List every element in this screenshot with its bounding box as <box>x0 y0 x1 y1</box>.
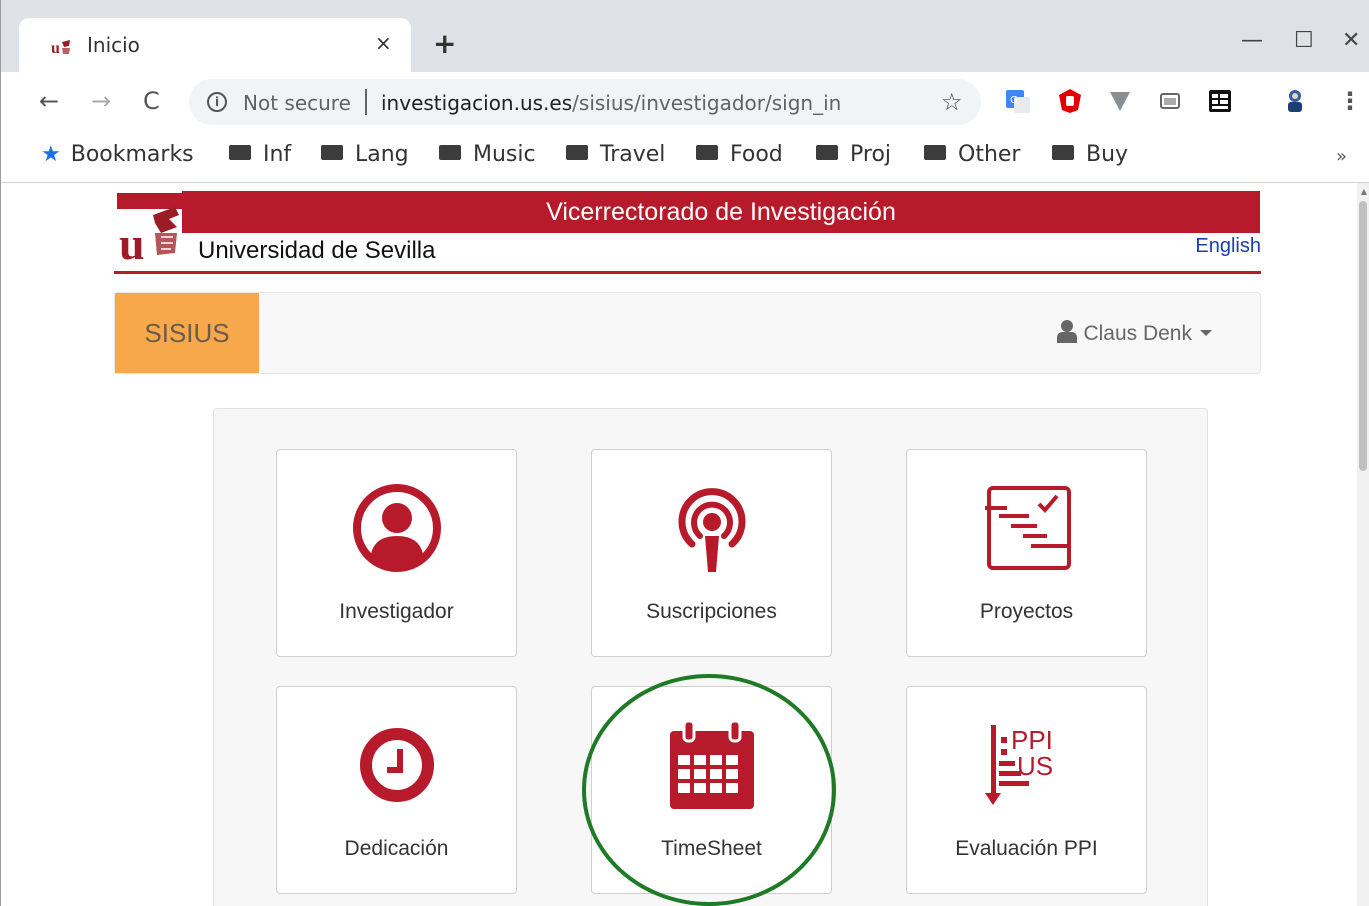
browser-toolbar: ← → C i Not secure investigacion.us.es/s… <box>1 72 1369 132</box>
scrollbar-thumb[interactable] <box>1359 201 1367 471</box>
info-icon[interactable]: i <box>207 92 227 112</box>
svg-text:u: u <box>119 218 145 265</box>
user-menu[interactable]: Claus Denk <box>1057 319 1212 346</box>
university-logo-icon: u <box>117 193 183 265</box>
menu-kebab-icon[interactable]: ⋮ <box>1338 86 1362 116</box>
bookmark-folder-music[interactable]: Music <box>439 142 536 167</box>
app-brand[interactable]: SISIUS <box>115 293 259 373</box>
bookmark-star-icon[interactable]: ☆ <box>941 88 963 116</box>
vimium-icon[interactable] <box>1107 88 1133 114</box>
svg-text:u: u <box>51 40 60 56</box>
bookmark-folder-label: Music <box>473 142 536 167</box>
module-label: Investigador <box>339 600 454 623</box>
module-label: Evaluación PPI <box>955 837 1098 860</box>
bookmark-folder-label: Other <box>958 142 1021 167</box>
bookmarks-overflow-icon[interactable]: » <box>1336 146 1347 167</box>
url-path: /sisius/investigador/sign_in <box>572 91 842 115</box>
bookmark-folder-label: Buy <box>1086 142 1129 167</box>
cast-icon[interactable] <box>1157 88 1183 114</box>
bookmarks-button[interactable]: ★ Bookmarks <box>41 142 194 167</box>
chevron-down-icon <box>1200 330 1212 336</box>
folder-icon <box>439 145 461 160</box>
bookmark-folder-label: Lang <box>355 142 409 167</box>
tab-close-icon[interactable]: × <box>375 31 392 55</box>
header-divider <box>114 271 1261 274</box>
us-favicon-icon: u <box>51 40 70 56</box>
user-icon <box>1057 320 1078 343</box>
university-name: Universidad de Sevilla <box>198 237 436 264</box>
bookmarks-bar: ★ Bookmarks Inf Lang Music Travel Food Pr… <box>1 132 1369 183</box>
module-card-investigador[interactable]: Investigador <box>276 449 517 657</box>
gantt-tasks-icon <box>985 486 1071 570</box>
folder-icon <box>816 145 838 160</box>
browser-chrome: u Inicio × + — ☐ ✕ ← → C i Not secure in… <box>0 0 1369 183</box>
tab-bar: u Inicio × + — ☐ ✕ <box>1 0 1369 72</box>
user-name: Claus Denk <box>1083 322 1192 345</box>
folder-icon <box>1052 145 1074 160</box>
close-window-icon[interactable]: ✕ <box>1342 26 1360 56</box>
module-label: Suscripciones <box>646 600 777 623</box>
bookmark-folder-buy[interactable]: Buy <box>1052 142 1128 167</box>
google-translate-icon[interactable]: G <box>1005 88 1031 114</box>
module-label: Dedicación <box>344 837 449 860</box>
new-tab-button[interactable]: + <box>433 28 456 60</box>
scroll-up-icon[interactable]: ▲ <box>1361 187 1367 196</box>
omnibox-divider <box>365 89 367 115</box>
module-label: TimeSheet <box>661 837 762 860</box>
ublock-icon[interactable] <box>1057 88 1083 114</box>
folder-icon <box>696 145 718 160</box>
bookmark-folder-label: Proj <box>850 142 892 167</box>
profile-avatar-icon[interactable] <box>1282 88 1308 114</box>
svg-text:G: G <box>1010 95 1018 106</box>
svg-text:US: US <box>1017 751 1053 781</box>
module-card-suscripciones[interactable]: Suscripciones <box>591 449 832 657</box>
header-banner: Vicerrectorado de Investigación <box>182 191 1260 233</box>
security-label[interactable]: Not secure <box>243 91 351 115</box>
url-host: investigacion.us.es <box>381 91 573 115</box>
user-circle-icon <box>353 484 441 572</box>
tab-manager-icon[interactable] <box>1207 88 1233 114</box>
tab-title: Inicio <box>87 33 140 57</box>
folder-icon <box>229 145 251 160</box>
folder-icon <box>924 145 946 160</box>
module-card-dedicacion[interactable]: Dedicación <box>276 686 517 894</box>
bookmark-folder-proj[interactable]: Proj <box>816 142 891 167</box>
bookmark-folder-inf[interactable]: Inf <box>229 142 291 167</box>
language-link[interactable]: English <box>1195 235 1261 258</box>
podcast-icon <box>678 488 746 572</box>
module-card-evaluacion-ppi[interactable]: PPI US Evaluación PPI <box>906 686 1147 894</box>
university-header: Vicerrectorado de Investigación u Univer… <box>114 191 1261 275</box>
bookmark-folder-food[interactable]: Food <box>696 142 783 167</box>
bookmark-folder-lang[interactable]: Lang <box>321 142 409 167</box>
maximize-icon[interactable]: ☐ <box>1294 26 1314 56</box>
app-navbar: SISIUS Claus Denk <box>114 292 1261 374</box>
back-arrow-icon[interactable]: ← <box>39 86 59 116</box>
bookmarks-star-icon: ★ <box>41 142 61 167</box>
module-card-proyectos[interactable]: Proyectos <box>906 449 1147 657</box>
calendar-icon <box>670 719 754 809</box>
folder-icon <box>321 145 343 160</box>
page-viewport: Vicerrectorado de Investigación u Univer… <box>0 183 1369 906</box>
bookmark-folder-label: Inf <box>263 142 292 167</box>
module-label: Proyectos <box>979 600 1074 623</box>
bookmarks-label: Bookmarks <box>70 142 194 167</box>
bookmark-folder-travel[interactable]: Travel <box>566 142 665 167</box>
address-bar[interactable]: i Not secure investigacion.us.es/sisius/… <box>189 79 981 125</box>
clock-icon <box>360 728 434 802</box>
reload-icon[interactable]: C <box>143 86 160 116</box>
bookmark-folder-other[interactable]: Other <box>924 142 1020 167</box>
page-scrollbar[interactable]: ▲ <box>1357 183 1369 906</box>
modules-panel: Investigador Suscripciones Proyectos Ded… <box>213 408 1208 906</box>
ppi-us-icon: PPI US <box>985 725 1053 805</box>
browser-tab[interactable]: u Inicio × <box>19 18 411 72</box>
minimize-icon[interactable]: — <box>1241 26 1263 56</box>
module-card-timesheet[interactable]: TimeSheet <box>591 686 832 894</box>
folder-icon <box>566 145 588 160</box>
bookmark-folder-label: Food <box>730 142 783 167</box>
forward-arrow-icon[interactable]: → <box>91 86 111 116</box>
url-text[interactable]: investigacion.us.es/sisius/investigador/… <box>381 91 841 115</box>
bookmark-folder-label: Travel <box>600 142 666 167</box>
